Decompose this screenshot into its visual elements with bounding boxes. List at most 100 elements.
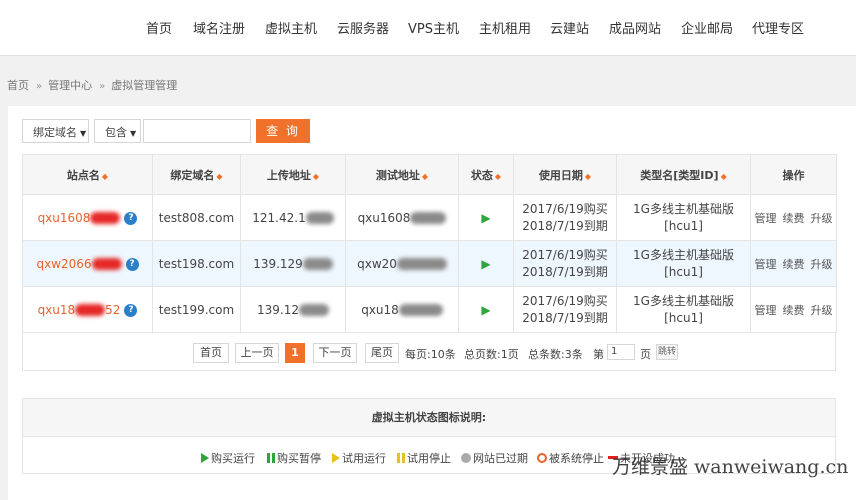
match-select[interactable]: 包含 ▼ <box>94 119 141 143</box>
header-test[interactable]: 测试地址 ◆ <box>345 154 459 195</box>
test-cell: qxu1608 <box>345 194 459 241</box>
nav-cloud-server[interactable]: 云服务器 <box>337 18 389 37</box>
type-cell: 1G多线主机基础版 [hcu1] <box>616 240 751 287</box>
redacted-mark <box>299 304 329 316</box>
site-link[interactable]: qxu1608 <box>38 211 91 225</box>
ops-cell: 管理 续费 升级 <box>750 286 837 333</box>
manage-link[interactable]: 管理 <box>755 304 777 317</box>
total-pages-info: 总页数:1页 <box>464 348 519 361</box>
site-cell: qxu18 52? <box>22 286 153 333</box>
header-type[interactable]: 类型名[类型ID] ◆ <box>616 154 751 195</box>
legend-item-buy-paused: 购买暂停 <box>267 450 321 466</box>
field-select[interactable]: 绑定域名 ▼ <box>22 119 89 143</box>
jump-button[interactable]: 跳转 <box>656 344 678 360</box>
upload-cell: 139.129 <box>240 240 346 287</box>
test-cell: qxu18 <box>345 286 459 333</box>
last-page-button[interactable]: 尾页 <box>365 343 399 363</box>
field-select-value: 绑定域名 <box>33 126 77 139</box>
renew-link[interactable]: 续费 <box>783 258 805 271</box>
nav-ready-websites[interactable]: 成品网站 <box>609 18 661 37</box>
date-cell: 2017/6/19购买 2018/7/19到期 <box>513 286 617 333</box>
header-date[interactable]: 使用日期 ◆ <box>513 154 617 195</box>
breadcrumb: 首页 » 管理中心 » 虚拟管理管理 <box>7 77 177 93</box>
sort-icon[interactable]: ◆ <box>495 172 501 181</box>
redacted-mark <box>398 304 443 316</box>
breadcrumb-home[interactable]: 首页 <box>7 79 29 92</box>
status-cell: ▶ <box>458 194 514 241</box>
sort-icon[interactable]: ◆ <box>216 172 222 181</box>
nav-vps-host[interactable]: VPS主机 <box>408 18 459 37</box>
sort-icon[interactable]: ◆ <box>422 172 428 181</box>
search-input[interactable] <box>143 119 251 143</box>
redacted-mark <box>91 258 122 270</box>
total-items-info: 总条数:3条 <box>528 348 583 361</box>
yellow-play-icon <box>332 453 340 463</box>
current-page-button[interactable]: 1 <box>285 343 305 363</box>
nav-cloud-site[interactable]: 云建站 <box>550 18 589 37</box>
sort-icon[interactable]: ◆ <box>313 172 319 181</box>
prev-page-button[interactable]: 上一页 <box>235 343 279 363</box>
header-status[interactable]: 状态 ◆ <box>458 154 514 195</box>
upgrade-link[interactable]: 升级 <box>811 304 833 317</box>
goto-suffix: 页 <box>640 348 651 361</box>
table-header-row: 站点名 ◆ 绑定域名 ◆ 上传地址 ◆ 测试地址 ◆ 状态 ◆ 使用日期 ◆ 类型名[类型I… <box>22 154 837 195</box>
goto-page-input[interactable]: 1 <box>607 344 635 360</box>
type-cell: 1G多线主机基础版 [hcu1] <box>616 194 751 241</box>
sort-icon[interactable]: ◆ <box>102 172 108 181</box>
legend-item-trial-running: 试用运行 <box>332 450 386 466</box>
header-domain[interactable]: 绑定域名 ◆ <box>152 154 241 195</box>
nav-domain-register[interactable]: 域名注册 <box>193 18 245 37</box>
upgrade-link[interactable]: 升级 <box>811 212 833 225</box>
site-table: 站点名 ◆ 绑定域名 ◆ 上传地址 ◆ 测试地址 ◆ 状态 ◆ 使用日期 ◆ 类型名[类型I… <box>22 154 837 333</box>
per-page-info: 每页:10条 <box>405 348 456 361</box>
legend-title: 虚拟主机状态图标说明: <box>23 399 835 437</box>
nav-home[interactable]: 首页 <box>146 18 172 37</box>
match-select-value: 包含 <box>105 126 127 139</box>
header-site[interactable]: 站点名 ◆ <box>22 154 153 195</box>
breadcrumb-separator-icon: » <box>99 81 106 92</box>
first-page-button[interactable]: 首页 <box>193 343 229 363</box>
nav-agent-zone[interactable]: 代理专区 <box>752 18 804 37</box>
domain-cell: test199.com <box>152 286 241 333</box>
help-icon[interactable]: ? <box>124 211 138 225</box>
goto-prefix: 第 <box>593 348 604 361</box>
manage-link[interactable]: 管理 <box>755 212 777 225</box>
upload-cell: 139.12 <box>240 286 346 333</box>
nav-host-rental[interactable]: 主机租用 <box>479 18 531 37</box>
renew-link[interactable]: 续费 <box>783 212 805 225</box>
status-cell: ▶ <box>458 286 514 333</box>
chevron-down-icon: ▼ <box>80 129 87 138</box>
date-cell: 2017/6/19购买 2018/7/19到期 <box>513 240 617 287</box>
help-icon[interactable]: ? <box>124 303 138 317</box>
site-tail: 52 <box>105 302 121 317</box>
nav-enterprise-mail[interactable]: 企业邮局 <box>681 18 733 37</box>
green-pause-icon <box>267 453 275 463</box>
site-link[interactable]: qxw2066 <box>36 257 91 271</box>
redacted-mark <box>90 212 121 224</box>
table-row: qxu18 52? test199.com 139.12 qxu18 ▶ 2017… <box>22 286 837 333</box>
running-status-icon: ▶ <box>481 210 491 225</box>
manage-link[interactable]: 管理 <box>755 258 777 271</box>
pagination: 首页 上一页 1 下一页 尾页 每页:10条 总页数:1页 总条数:3条 第 1… <box>22 333 836 371</box>
redacted-mark <box>305 212 334 224</box>
header-upload[interactable]: 上传地址 ◆ <box>240 154 346 195</box>
sort-icon[interactable]: ◆ <box>585 172 591 181</box>
next-page-button[interactable]: 下一页 <box>313 343 357 363</box>
sort-icon[interactable]: ◆ <box>721 172 727 181</box>
running-status-icon: ▶ <box>481 302 491 317</box>
query-button[interactable]: 查 询 <box>256 119 310 143</box>
upgrade-link[interactable]: 升级 <box>811 258 833 271</box>
help-icon[interactable]: ? <box>125 257 139 271</box>
redacted-mark <box>410 212 447 224</box>
top-navigation: 首页 域名注册 虚拟主机 云服务器 VPS主机 主机租用 云建站 成品网站 企业… <box>0 0 856 56</box>
legend-item-expired: 网站已过期 <box>461 450 528 466</box>
ops-cell: 管理 续费 升级 <box>750 194 837 241</box>
table-row: qxw2066? test198.com 139.129 qxw20 ▶ 201… <box>22 240 837 287</box>
site-cell: qxw2066? <box>22 240 153 287</box>
nav-virtual-host[interactable]: 虚拟主机 <box>265 18 317 37</box>
test-cell: qxw20 <box>345 240 459 287</box>
ops-cell: 管理 续费 升级 <box>750 240 837 287</box>
renew-link[interactable]: 续费 <box>783 304 805 317</box>
site-link[interactable]: qxu18 <box>38 303 76 317</box>
breadcrumb-management-center[interactable]: 管理中心 <box>48 79 92 92</box>
